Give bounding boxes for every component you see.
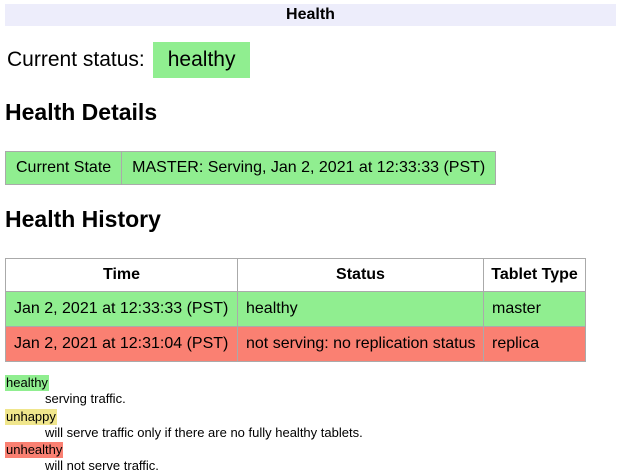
health-details-table: Current State MASTER: Serving, Jan 2, 20… xyxy=(5,151,496,185)
table-row: Jan 2, 2021 at 12:33:33 (PST) healthy ma… xyxy=(6,292,586,327)
health-history-heading: Health History xyxy=(5,206,616,233)
table-row: Jan 2, 2021 at 12:31:04 (PST) not servin… xyxy=(6,327,586,362)
current-state-value: MASTER: Serving, Jan 2, 2021 at 12:33:33… xyxy=(122,152,496,185)
table-header-row: Time Status Tablet Type xyxy=(6,259,586,292)
history-time-cell: Jan 2, 2021 at 12:33:33 (PST) xyxy=(6,292,238,327)
history-tablet-type-cell: replica xyxy=(484,327,586,362)
legend-term-healthy: healthy xyxy=(5,375,49,391)
table-row: Current State MASTER: Serving, Jan 2, 20… xyxy=(6,152,496,185)
current-state-label: Current State xyxy=(6,152,122,185)
health-details-heading: Health Details xyxy=(5,99,616,126)
current-status-badge: healthy xyxy=(153,42,251,78)
history-tablet-type-cell: master xyxy=(484,292,586,327)
status-legend: healthy serving traffic. unhappy will se… xyxy=(5,375,616,475)
legend-description-unhappy: will serve traffic only if there are no … xyxy=(45,425,616,441)
column-header-status: Status xyxy=(238,259,484,292)
current-status-line: Current status: healthy xyxy=(7,42,616,78)
health-history-table: Time Status Tablet Type Jan 2, 2021 at 1… xyxy=(5,258,586,362)
history-status-cell: not serving: no replication status xyxy=(238,327,484,362)
legend-term-unhappy: unhappy xyxy=(5,409,57,425)
current-status-label: Current status: xyxy=(7,48,145,72)
legend-description-unhealthy: will not serve traffic. xyxy=(45,458,616,474)
column-header-time: Time xyxy=(6,259,238,292)
legend-term-unhealthy: unhealthy xyxy=(5,442,63,458)
history-time-cell: Jan 2, 2021 at 12:31:04 (PST) xyxy=(6,327,238,362)
history-status-cell: healthy xyxy=(238,292,484,327)
column-header-tablet-type: Tablet Type xyxy=(484,259,586,292)
page-title: Health xyxy=(5,4,616,26)
legend-description-healthy: serving traffic. xyxy=(45,391,616,407)
